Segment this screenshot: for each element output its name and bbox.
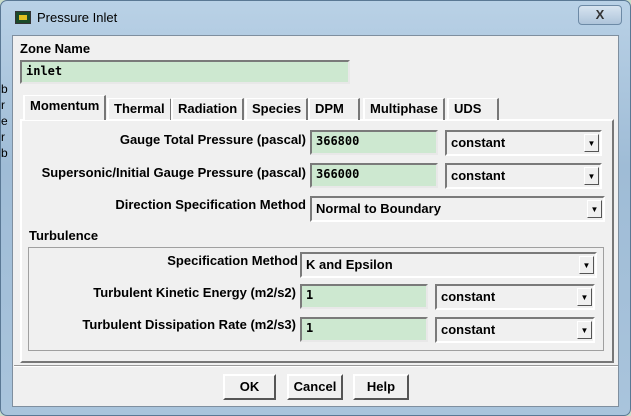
tab-multiphase[interactable]: Multiphase bbox=[363, 98, 445, 120]
zone-name-input[interactable]: inlet bbox=[20, 60, 350, 84]
tdr-input[interactable]: 1 bbox=[300, 317, 428, 342]
cancel-button[interactable]: Cancel bbox=[287, 374, 343, 400]
tdr-label: Turbulent Dissipation Rate (m2/s3) bbox=[82, 317, 296, 332]
tab-radiation[interactable]: Radiation bbox=[171, 98, 245, 120]
background-text: b bbox=[1, 146, 8, 160]
select-value: K and Epsilon bbox=[306, 257, 393, 272]
app-icon bbox=[15, 11, 31, 24]
tab-species[interactable]: Species bbox=[245, 98, 309, 120]
select-value: constant bbox=[451, 135, 506, 150]
select-value: constant bbox=[441, 322, 496, 337]
background-text: b bbox=[1, 82, 8, 96]
chevron-down-icon: ▼ bbox=[577, 288, 592, 306]
chevron-down-icon: ▼ bbox=[587, 200, 602, 218]
close-button[interactable]: X bbox=[578, 5, 622, 25]
help-button[interactable]: Help bbox=[353, 374, 409, 400]
turbulence-label: Turbulence bbox=[29, 228, 99, 243]
spec-method-label: Specification Method bbox=[167, 253, 298, 268]
select-value: constant bbox=[451, 168, 506, 183]
ok-button[interactable]: OK bbox=[223, 374, 276, 400]
select-value: constant bbox=[441, 289, 496, 304]
chevron-down-icon: ▼ bbox=[579, 256, 594, 274]
tab-dpm[interactable]: DPM bbox=[308, 98, 360, 120]
tab-thermal[interactable]: Thermal bbox=[107, 98, 172, 120]
direction-method-select[interactable]: Normal to Boundary ▼ bbox=[310, 196, 605, 222]
separator bbox=[14, 365, 618, 367]
chevron-down-icon: ▼ bbox=[577, 321, 592, 339]
tab-uds[interactable]: UDS bbox=[447, 98, 499, 120]
gauge-total-pressure-input[interactable]: 366800 bbox=[310, 130, 438, 155]
background-text: r bbox=[1, 98, 5, 112]
tke-method-select[interactable]: constant ▼ bbox=[435, 284, 595, 310]
chevron-down-icon: ▼ bbox=[584, 134, 599, 152]
tab-momentum[interactable]: Momentum bbox=[23, 95, 107, 120]
supersonic-pressure-label: Supersonic/Initial Gauge Pressure (pasca… bbox=[41, 165, 306, 180]
gauge-total-pressure-label: Gauge Total Pressure (pascal) bbox=[119, 132, 306, 147]
tke-input[interactable]: 1 bbox=[300, 284, 428, 309]
supersonic-pressure-method-select[interactable]: constant ▼ bbox=[445, 163, 602, 189]
zone-name-label: Zone Name bbox=[20, 41, 91, 56]
spec-method-select[interactable]: K and Epsilon ▼ bbox=[300, 252, 597, 278]
select-value: Normal to Boundary bbox=[316, 201, 441, 216]
window-title: Pressure Inlet bbox=[37, 10, 118, 25]
gauge-total-pressure-method-select[interactable]: constant ▼ bbox=[445, 130, 602, 156]
direction-method-label: Direction Specification Method bbox=[115, 197, 306, 212]
background-text: e bbox=[1, 114, 8, 128]
tke-label: Turbulent Kinetic Energy (m2/s2) bbox=[93, 285, 296, 300]
background-text: r bbox=[1, 130, 5, 144]
tdr-method-select[interactable]: constant ▼ bbox=[435, 317, 595, 343]
chevron-down-icon: ▼ bbox=[584, 167, 599, 185]
supersonic-pressure-input[interactable]: 366000 bbox=[310, 163, 438, 188]
